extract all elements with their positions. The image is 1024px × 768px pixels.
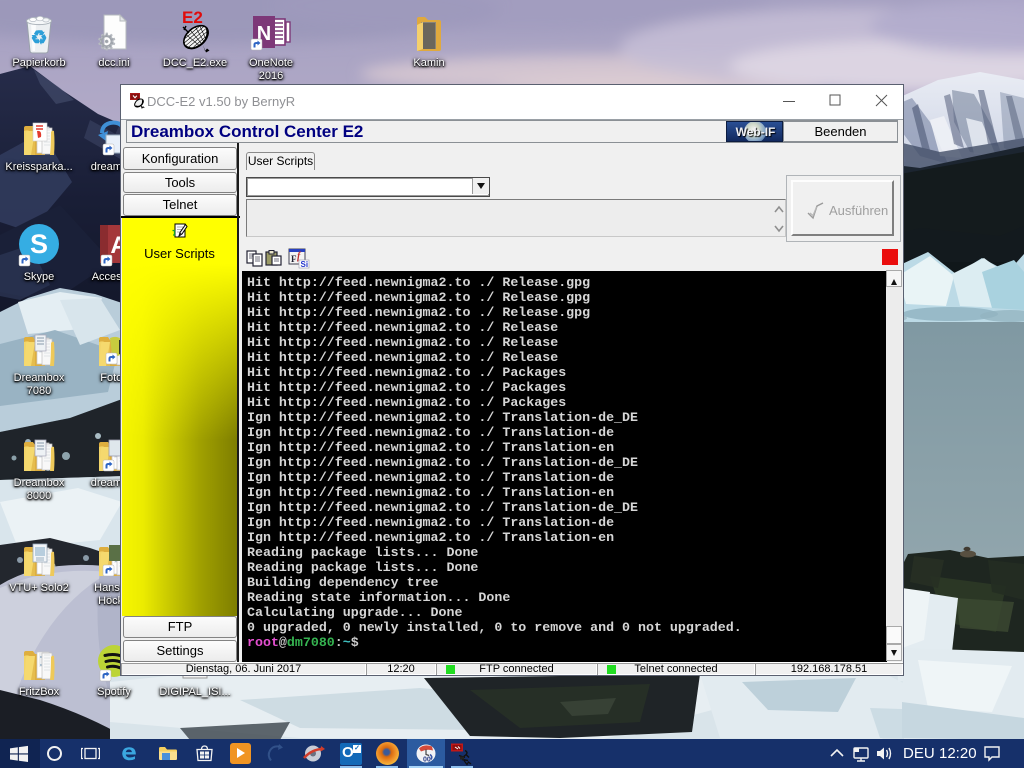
svg-text:E2: E2 — [182, 8, 203, 27]
svg-text:Si: Si — [301, 260, 309, 269]
svg-text:S: S — [30, 229, 48, 259]
svg-text:♻: ♻ — [30, 28, 47, 49]
svg-text:⚙: ⚙ — [98, 32, 115, 53]
svg-text:00: 00 — [423, 757, 431, 764]
